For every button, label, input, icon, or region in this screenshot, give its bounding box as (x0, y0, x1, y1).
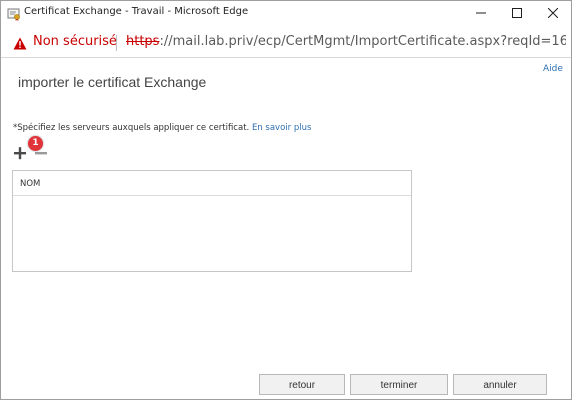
table-header: NOM (13, 171, 411, 196)
help-link[interactable]: Aide (543, 64, 563, 74)
security-status-label[interactable]: Non sécurisé (33, 34, 117, 49)
page-title: importer le certificat Exchange (18, 74, 207, 90)
address-separator (116, 35, 117, 51)
minimize-button[interactable] (463, 1, 499, 26)
warning-triangle-icon[interactable] (13, 35, 27, 50)
finish-button[interactable]: terminer (350, 374, 448, 395)
maximize-button[interactable] (499, 1, 535, 26)
step-badge: 1 (28, 136, 43, 151)
maximize-icon (512, 8, 522, 18)
address-bar[interactable]: Non sécurisé https://mail.lab.priv/ecp/C… (1, 27, 571, 58)
instruction-text: *Spécifiez les serveurs auxquels appliqu… (13, 123, 311, 133)
cancel-button[interactable]: annuler (453, 374, 547, 395)
column-header-name[interactable]: NOM (20, 179, 40, 189)
learn-more-link[interactable]: En savoir plus (252, 123, 311, 133)
server-table[interactable]: NOM (12, 170, 412, 272)
url-scheme: https (126, 34, 160, 49)
add-server-button[interactable] (12, 144, 30, 162)
back-button[interactable]: retour (259, 374, 345, 395)
minimize-icon (476, 12, 486, 14)
plus-icon (14, 147, 26, 160)
instruction-label: *Spécifiez les serveurs auxquels appliqu… (13, 123, 250, 133)
browser-window: Certificat Exchange - Travail - Microsof… (0, 0, 572, 400)
url-path: ://mail.lab.priv/ecp/CertMgmt/ImportCert… (159, 34, 566, 49)
title-bar: Certificat Exchange - Travail - Microsof… (1, 1, 571, 26)
window-title: Certificat Exchange - Travail - Microsof… (24, 6, 249, 17)
close-button[interactable] (535, 1, 571, 26)
close-icon (548, 8, 558, 18)
certificate-icon (7, 6, 21, 21)
url-text[interactable]: https://mail.lab.priv/ecp/CertMgmt/Impor… (126, 34, 566, 49)
